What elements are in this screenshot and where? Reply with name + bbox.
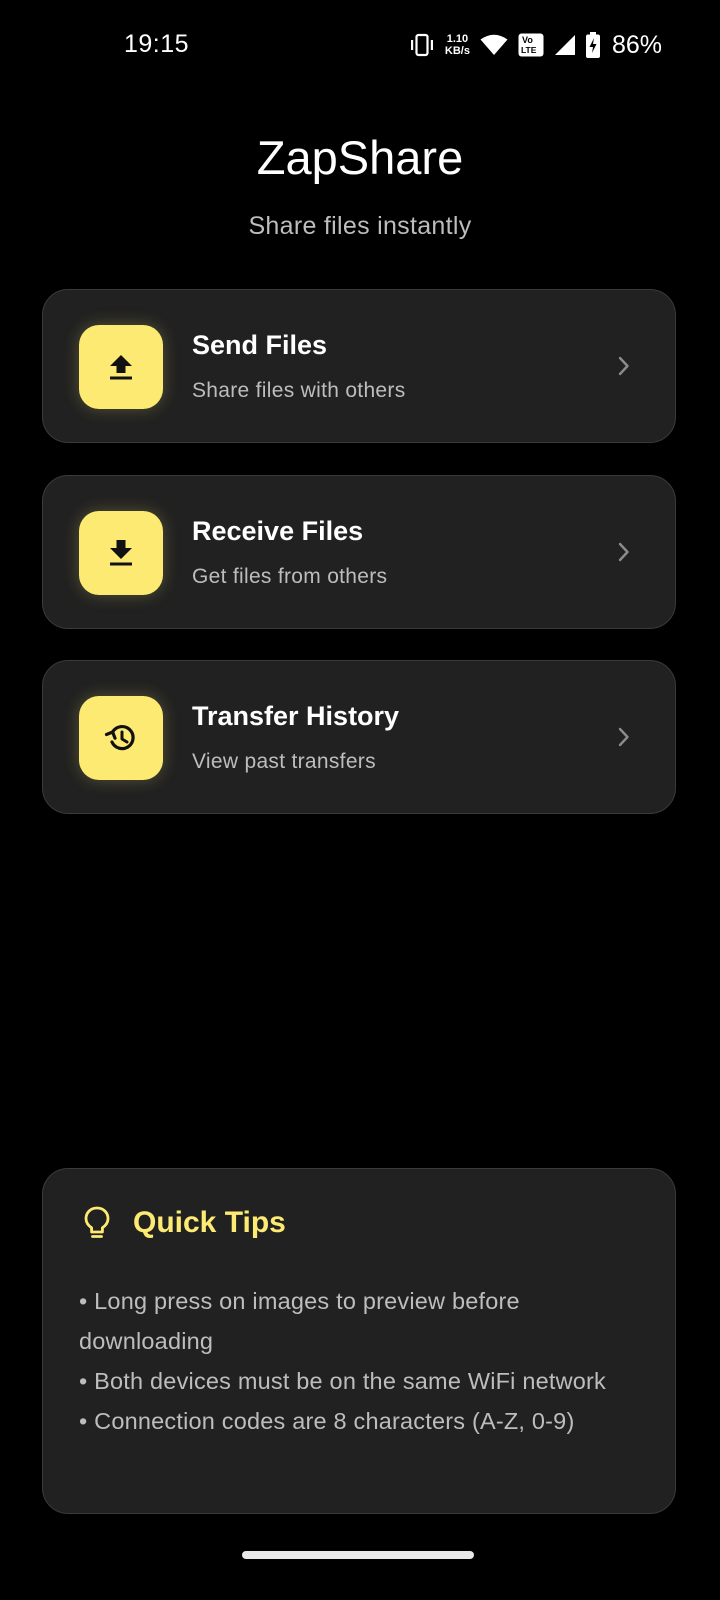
quick-tips-header: Quick Tips [83, 1205, 286, 1241]
chevron-right-icon [618, 727, 629, 747]
transfer-history-card[interactable]: Transfer History View past transfers [42, 660, 676, 814]
status-icons: 1.10 KB/s Vo LTE 86% [409, 28, 662, 62]
transfer-history-description: View past transfers [192, 750, 376, 773]
upload-icon [110, 355, 132, 380]
app-title: ZapShare [256, 131, 464, 184]
lightbulb-icon [84, 1206, 110, 1238]
signal-icon [554, 35, 575, 55]
volte-icon: Vo LTE [518, 33, 544, 57]
send-files-card[interactable]: Send Files Share files with others [42, 289, 676, 443]
home-indicator[interactable] [242, 1551, 474, 1559]
vibrate-icon [410, 33, 433, 57]
battery-percent: 86% [611, 30, 662, 59]
network-speed-unit: KB/s [444, 45, 470, 57]
network-speed-value: 1.10 [446, 33, 469, 45]
tip-item: • Connection codes are 8 characters (A-Z… [79, 1408, 575, 1434]
tip-item: • Long press on images to preview before… [79, 1288, 520, 1354]
status-bar: 19:15 1.10 KB/s Vo LTE 86% [0, 0, 720, 92]
send-files-icon-box [79, 325, 163, 409]
network-speed: 1.10 KB/s [445, 33, 470, 57]
tip-item: • Both devices must be on the same WiFi … [79, 1368, 607, 1394]
quick-tips-card: Quick Tips • Long press on images to pre… [42, 1168, 676, 1514]
app-subtitle: Share files instantly [248, 212, 472, 240]
svg-text:LTE: LTE [521, 45, 537, 55]
chevron-right-icon [618, 356, 629, 376]
chevron-right-icon [618, 542, 629, 562]
quick-tips-list: • Long press on images to preview before… [79, 1281, 659, 1441]
history-icon [104, 725, 135, 751]
download-icon [110, 540, 132, 566]
receive-files-description: Get files from others [192, 565, 388, 588]
send-files-description: Share files with others [192, 379, 406, 402]
svg-text:Vo: Vo [522, 35, 533, 45]
receive-files-title: Receive Files [192, 516, 364, 546]
quick-tips-title: Quick Tips [133, 1206, 286, 1239]
receive-files-card[interactable]: Receive Files Get files from others [42, 475, 676, 629]
transfer-history-title: Transfer History [192, 701, 400, 731]
transfer-history-icon-box [79, 696, 163, 780]
send-files-title: Send Files [192, 330, 328, 360]
receive-files-icon-box [79, 511, 163, 595]
status-time: 19:15 [124, 30, 190, 58]
battery-charging-icon [585, 32, 600, 58]
wifi-icon [480, 34, 508, 55]
